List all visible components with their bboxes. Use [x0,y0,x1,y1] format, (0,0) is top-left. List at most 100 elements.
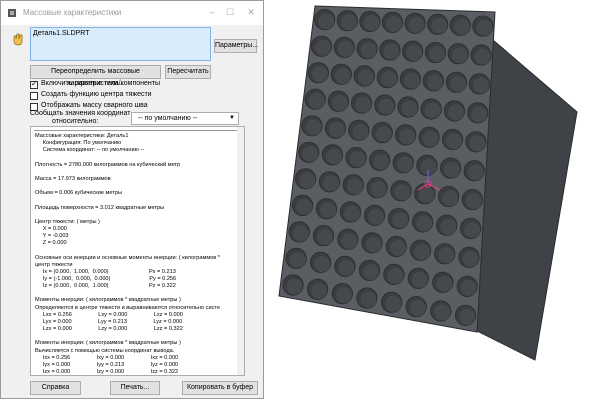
hole-inner [317,229,333,246]
hole-inner [438,247,455,264]
results-line: Iyx = 0.000 Iyy = 0.213 Iyz = 0.000 [35,361,179,368]
hole-inner [429,46,445,62]
results-line: Массовые характеристики: Деталь1 [35,133,129,139]
hole-inner [386,15,402,32]
hole-inner [344,205,360,222]
perforated-block-model[interactable] [265,0,600,411]
recalculate-button[interactable]: Пересчитать [165,65,211,79]
model-viewport[interactable] [265,0,600,411]
hole-inner [357,69,374,86]
hole-inner [375,126,392,143]
results-line: X = 0.000 [35,225,67,232]
hole-inner [318,13,335,30]
results-line: Вычисляется с помощью системы координат … [35,347,175,354]
hole-inner [340,14,357,31]
results-line: Основные оси инерции и основные моменты … [35,254,220,261]
app-logo-icon [8,9,16,17]
hole-inner [399,128,416,145]
results-line: Объем = 0.006 кубические метры [35,190,122,197]
hole-inner [360,42,377,59]
results-line: Моменты инерции: ( килограммов * квадрат… [35,297,181,304]
mass-properties-dialog: Массовые характеристики – ☐ ✕ Деталь1.SL… [0,0,264,399]
hole-inner [411,271,428,288]
hole-inner [286,278,303,295]
selected-items-list[interactable]: Деталь1.SLDPRT [30,27,211,61]
hole-inner [292,225,309,242]
selected-file[interactable]: Деталь1.SLDPRT [33,30,89,37]
show-weld-mass-label: Отображать массу сварного шва [41,102,148,109]
results-line: Система координат: -- по умолчанию -- [35,147,145,154]
hole-inner [459,308,475,325]
hole-inner [465,193,482,210]
hole-inner [426,74,443,91]
results-line: Ix = (0.000, 1.000, 0.000) Px = 0.213 [35,268,176,275]
parameters-button[interactable]: Параметры... [214,39,258,53]
results-scrollbar[interactable] [237,127,244,375]
hole-inner [320,202,336,219]
override-mass-properties-button[interactable]: Переопределить массовые характеристики..… [30,65,161,87]
hole-inner [311,66,328,83]
include-hidden-checkbox[interactable] [30,79,38,89]
hole-inner [451,47,468,64]
hole-inner [308,92,325,109]
results-line: Площадь поверхности = 3.012 квадратные м… [35,204,165,211]
close-icon[interactable]: ✕ [244,7,258,18]
hole-inner [408,16,425,33]
hole-inner [409,300,426,317]
results-line: Ixx = 0.256 Ixy = 0.000 Ixz = 0.000 [35,354,179,361]
print-button[interactable]: Печать... [110,381,160,395]
hole-inner [447,104,464,121]
hole-inner [383,43,400,60]
hole-inner [385,295,402,312]
coord-system-select[interactable]: -- по умолчанию -- ▼ [131,112,239,125]
hole-inner [434,304,451,321]
copy-to-clipboard-button[interactable]: Копировать в буфер [182,381,258,395]
results-line: Y = -0.003 [35,233,69,240]
hole-inner [389,240,406,256]
title-bar[interactable]: Массовые характеристики – ☐ ✕ [1,1,263,25]
results-line: Lyx = 0.000 Lyy = 0.213 Lyz = 0.000 [35,318,183,325]
window-title: Массовые характеристики [23,8,122,17]
hole-inner [360,291,377,308]
hole-inner [422,130,439,147]
hole-inner [460,279,477,296]
results-line: Масса = 17.973 килограммов [35,175,111,182]
results-line: Центр тяжести: ( метры ) [35,218,100,225]
hole-inner [403,72,420,89]
hole-inner [380,71,397,87]
hole-inner [363,15,380,31]
include-hidden-label: Включить скрытые тела/компоненты [41,80,161,87]
results-line: Izx = 0.000 Izy = 0.000 Izz = 0.322 [35,368,179,375]
hole-inner [314,255,331,272]
results-line: Z = 0.000 [35,240,67,247]
hole-inner [472,77,489,94]
minimize-icon[interactable]: – [205,7,219,17]
hole-inner [436,275,453,292]
hole-inner [476,19,493,36]
hole-inner [311,282,328,299]
results-text-area[interactable]: Массовые характеристики: Деталь1 Конфигу… [30,126,245,376]
hole-inner [365,236,382,253]
hole-inner [323,175,339,192]
results-line: Lxx = 0.256 Lxy = 0.000 Lxz = 0.000 [35,311,183,318]
maximize-icon[interactable]: ☐ [223,7,237,18]
hole-inner [352,123,369,140]
hole-inner [387,267,404,284]
hole-inner [355,96,372,113]
hole-inner [335,287,352,304]
help-button[interactable]: Справка [30,381,81,395]
create-cog-feature-checkbox[interactable] [30,92,38,100]
hole-inner [315,39,331,56]
hole-inner [414,243,430,260]
hole-inner [442,190,459,207]
hole-inner [474,48,491,65]
hole-inner [334,67,351,84]
hole-inner [349,151,366,168]
hand-select-icon [13,33,23,46]
hole-inner [305,119,322,136]
hole-inner [394,184,411,201]
results-line: Определяются в центре тяжести и выравнив… [35,304,221,311]
results-line: Lzx = 0.000 Lzy = 0.000 Lzz = 0.322 [35,326,183,333]
hole-inner [331,94,348,111]
chevron-down-icon: ▼ [229,115,235,121]
